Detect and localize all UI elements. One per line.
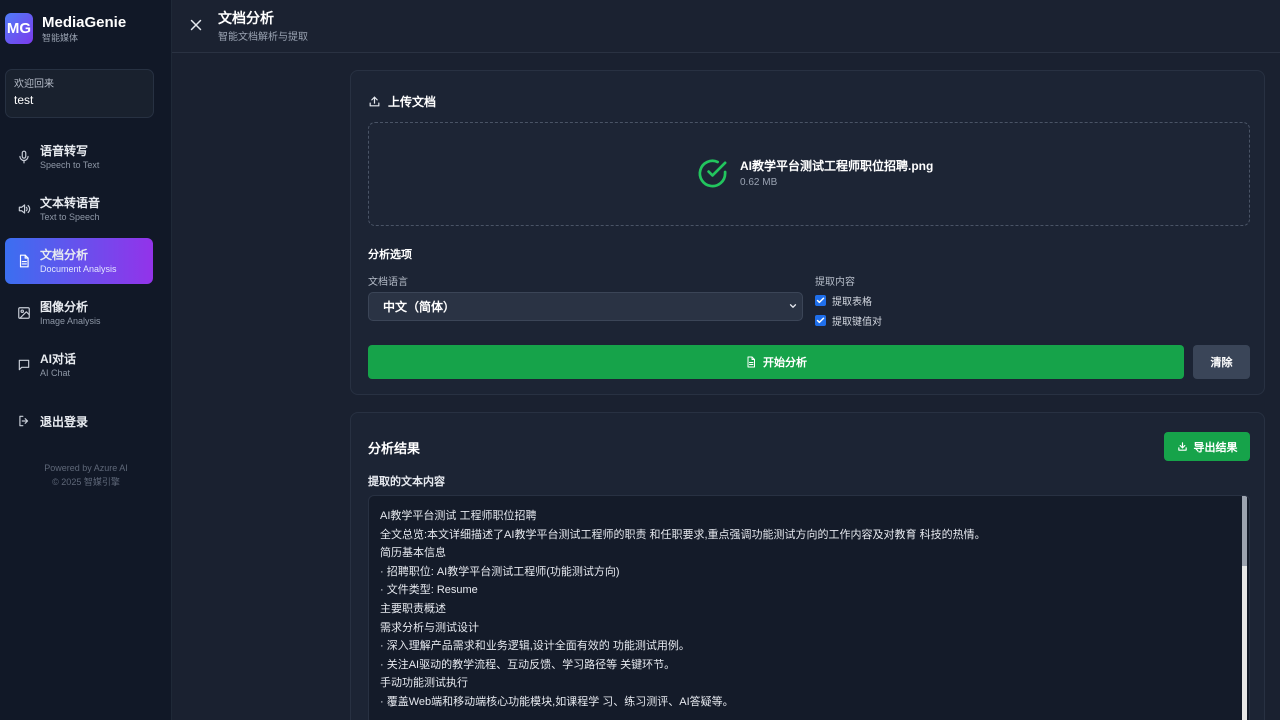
- text-line: AI教学平台测试 工程师职位招聘: [380, 510, 537, 522]
- page-header: 文档分析 智能文档解析与提取: [172, 0, 1280, 53]
- sidebar-item-label: AI对话: [40, 351, 77, 366]
- image-icon: [17, 306, 31, 320]
- start-analysis-label: 开始分析: [763, 357, 807, 369]
- welcome-card: 欢迎回来 test: [5, 69, 154, 118]
- text-line: 需求分析与测试设计: [380, 621, 479, 634]
- sidebar-item-sublabel: Speech to Text: [40, 159, 100, 170]
- extract-tables-checkbox[interactable]: 提取表格: [815, 293, 872, 308]
- text-line: · 招聘职位: AI教学平台测试工程师(功能测试方向): [380, 565, 620, 578]
- text-line: 主要职责概述: [380, 602, 446, 615]
- sidebar: MG MediaGenie 智能媒体 欢迎回来 test 语音转写 Speech…: [0, 0, 172, 720]
- brand[interactable]: MG MediaGenie 智能媒体: [5, 13, 126, 44]
- close-button[interactable]: [187, 16, 205, 34]
- upload-card: 上传文档 AI教学平台测试工程师职位招聘.png 0.62 MB 分析选项 文档…: [350, 70, 1265, 395]
- extracted-text-area[interactable]: AI教学平台测试 工程师职位招聘 全文总览:本文详细描述了AI教学平台测试工程师…: [368, 495, 1250, 720]
- start-analysis-button[interactable]: 开始分析: [368, 345, 1184, 379]
- sidebar-nav: 语音转写 Speech to Text 文本转语音 Text to Speech…: [5, 134, 153, 394]
- sidebar-item-sublabel: Text to Speech: [40, 211, 100, 222]
- text-scrollbar[interactable]: [1242, 496, 1247, 720]
- sidebar-item-sublabel: Document Analysis: [40, 263, 117, 274]
- microphone-icon: [17, 150, 31, 164]
- app-tagline: 智能媒体: [42, 32, 79, 43]
- upload-title-text: 上传文档: [388, 95, 437, 109]
- upload-section-title: 上传文档: [368, 93, 436, 110]
- text-line: · 关注AI驱动的教学流程、互动反馈、学习路径等 关键环节。: [380, 658, 676, 671]
- text-line: 手动功能测试执行: [380, 677, 468, 690]
- extract-kv-label: 提取键值对: [832, 317, 882, 328]
- sidebar-item-document-analysis[interactable]: 文档分析 Document Analysis: [5, 238, 153, 284]
- sidebar-item-speech-to-text[interactable]: 语音转写 Speech to Text: [5, 134, 153, 180]
- chat-icon: [17, 358, 31, 372]
- speaker-icon: [17, 202, 31, 216]
- language-selected-value: 中文（简体）: [383, 300, 456, 314]
- extracted-text-label: 提取的文本内容: [368, 476, 445, 488]
- extract-tables-label: 提取表格: [832, 297, 872, 308]
- extract-label: 提取内容: [815, 277, 855, 288]
- sidebar-item-sublabel: AI Chat: [40, 367, 71, 378]
- sidebar-item-label: 语音转写: [40, 143, 89, 158]
- file-name: AI教学平台测试工程师职位招聘.png: [740, 159, 934, 173]
- text-line: · 覆盖Web端和移动端核心功能模块,如课程学 习、练习测评、AI答疑等。: [380, 695, 734, 708]
- extracted-text-lines: AI教学平台测试 工程师职位招聘 全文总览:本文详细描述了AI教学平台测试工程师…: [380, 507, 1236, 712]
- file-size: 0.62 MB: [740, 177, 778, 188]
- checkbox-checked-icon: [815, 315, 826, 326]
- welcome-greeting: 欢迎回来: [14, 79, 54, 90]
- sidebar-footer: Powered by Azure AI © 2025 智媒引擎: [0, 461, 172, 489]
- sidebar-item-image-analysis[interactable]: 图像分析 Image Analysis: [5, 290, 153, 336]
- document-icon: [17, 254, 31, 268]
- app-name: MediaGenie: [42, 13, 127, 31]
- check-circle-icon: [698, 159, 727, 188]
- page-subtitle: 智能文档解析与提取: [218, 32, 308, 43]
- sidebar-item-ai-chat[interactable]: AI对话 AI Chat: [5, 342, 153, 388]
- results-card: 分析结果 导出结果 提取的文本内容 AI教学平台测试 工程师职位招聘 全文总览:…: [350, 412, 1265, 720]
- text-line: · 文件类型: Resume: [380, 584, 478, 597]
- close-icon: [190, 19, 202, 31]
- sidebar-item-label: 文档分析: [40, 247, 89, 262]
- sidebar-item-text-to-speech[interactable]: 文本转语音 Text to Speech: [5, 186, 153, 232]
- file-dropzone[interactable]: AI教学平台测试工程师职位招聘.png 0.62 MB: [368, 122, 1250, 226]
- text-line: 简历基本信息: [380, 547, 446, 560]
- results-title: 分析结果: [368, 441, 421, 456]
- logout-icon: [17, 414, 31, 428]
- sidebar-item-label: 文本转语音: [40, 195, 101, 210]
- upload-icon: [369, 96, 380, 107]
- export-button[interactable]: 导出结果: [1164, 432, 1250, 461]
- scrollbar-thumb[interactable]: [1242, 496, 1247, 566]
- text-line: 全文总览:本文详细描述了AI教学平台测试工程师的职责 和任职要求,重点强调功能测…: [380, 528, 986, 541]
- language-select[interactable]: 中文（简体）: [368, 292, 803, 321]
- chevron-down-icon: [789, 304, 797, 308]
- language-label: 文档语言: [368, 277, 408, 288]
- uploaded-file: AI教学平台测试工程师职位招聘.png 0.62 MB: [696, 157, 933, 190]
- extract-kv-checkbox[interactable]: 提取键值对: [815, 313, 882, 328]
- logout-label: 退出登录: [40, 414, 89, 429]
- footer-powered-by: Powered by Azure AI: [44, 463, 128, 473]
- app-logo: MG: [5, 13, 33, 44]
- footer-copyright: © 2025 智媒引擎: [52, 477, 120, 487]
- page-title: 文档分析: [218, 10, 274, 26]
- options-title: 分析选项: [368, 249, 412, 261]
- download-icon: [1177, 442, 1187, 451]
- checkbox-checked-icon: [815, 295, 826, 306]
- clear-button[interactable]: 清除: [1193, 345, 1250, 379]
- text-line: · 深入理解产品需求和业务逻辑,设计全面有效的 功能测试用例。: [380, 640, 690, 653]
- export-label: 导出结果: [1193, 441, 1238, 454]
- sidebar-item-label: 图像分析: [40, 299, 89, 314]
- logout-button[interactable]: 退出登录: [5, 401, 153, 441]
- welcome-username: test: [14, 93, 34, 107]
- sidebar-item-sublabel: Image Analysis: [40, 315, 101, 326]
- document-icon: [747, 356, 755, 368]
